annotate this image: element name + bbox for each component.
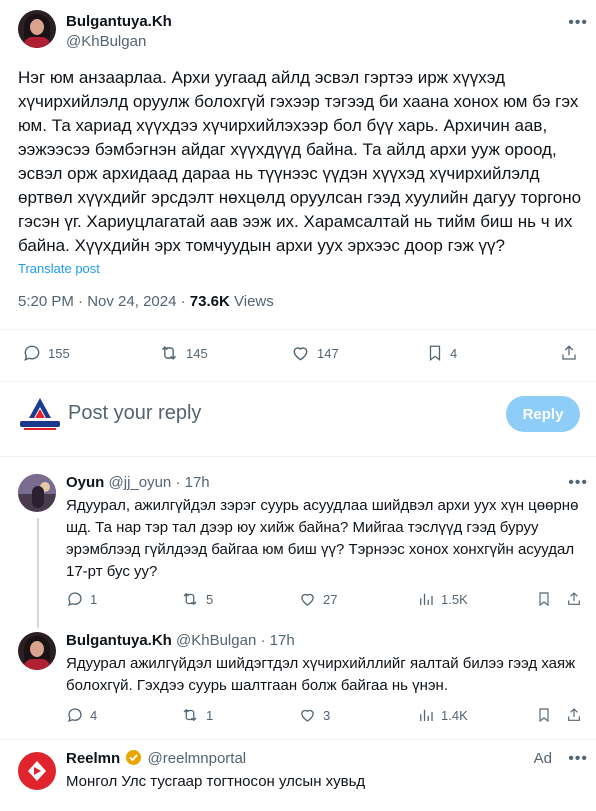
commenter-handle[interactable]: @KhBulgan xyxy=(176,632,256,649)
advertiser-handle[interactable]: @reelmnportal xyxy=(148,750,247,767)
more-options-icon[interactable]: ••• xyxy=(568,474,588,492)
views-count: 73.6K xyxy=(189,293,230,310)
heart-icon xyxy=(301,709,314,722)
like-count: 27 xyxy=(323,591,338,607)
repost-action[interactable]: 1 xyxy=(180,706,213,724)
bookmark-action[interactable]: 4 xyxy=(426,343,457,363)
post-time[interactable]: 5:20 PM xyxy=(18,293,74,310)
advertiser-name[interactable]: Reelmn xyxy=(66,750,120,767)
views-action[interactable]: 1.4K xyxy=(417,706,468,724)
repost-icon xyxy=(183,592,197,606)
like-action[interactable]: 3 xyxy=(298,706,330,724)
meta-separator: · xyxy=(180,293,186,310)
ad-label: Ad xyxy=(533,750,552,767)
reply-input[interactable]: Post your reply xyxy=(68,402,201,425)
more-options-icon[interactable]: ••• xyxy=(568,750,588,768)
commenter-name[interactable]: Bulgantuya.Kh xyxy=(66,632,172,649)
author-handle[interactable]: @KhBulgan xyxy=(66,33,146,50)
reply-action[interactable]: 4 xyxy=(66,706,97,724)
commenter-avatar[interactable] xyxy=(18,632,56,670)
share-icon xyxy=(562,345,576,360)
repost-count: 5 xyxy=(206,591,214,607)
translate-post-link[interactable]: Translate post xyxy=(18,261,100,276)
reply-button[interactable]: Reply xyxy=(506,396,580,432)
reply-count: 1 xyxy=(90,591,98,607)
bookmark-action[interactable] xyxy=(536,706,552,724)
views-count: 1.5K xyxy=(441,591,468,607)
heart-icon xyxy=(293,347,308,361)
user-brand-logo-icon xyxy=(20,398,60,430)
views-action[interactable]: 1.5K xyxy=(417,590,468,608)
author-avatar[interactable] xyxy=(18,10,56,48)
bookmark-icon xyxy=(539,708,549,723)
analytics-icon xyxy=(420,593,433,605)
share-action[interactable] xyxy=(566,706,582,724)
like-action[interactable]: 147 xyxy=(290,343,339,363)
reply-count: 4 xyxy=(90,707,98,723)
views-count: 1.4K xyxy=(441,707,468,723)
verified-icon xyxy=(126,750,142,765)
post-meta: 5:20 PM · Nov 24, 2024 · 73.6K Views xyxy=(18,293,274,310)
like-count: 147 xyxy=(317,345,339,361)
share-action[interactable] xyxy=(566,590,582,608)
reply-icon xyxy=(68,708,82,723)
divider xyxy=(0,381,596,382)
repost-icon xyxy=(183,708,197,722)
commenter-name[interactable]: Oyun xyxy=(66,474,104,491)
reply-icon xyxy=(68,592,82,607)
comment-header: Oyun @jj_oyun · 17h xyxy=(66,474,210,491)
comment-time: · 17h xyxy=(175,474,210,491)
divider xyxy=(0,329,596,330)
post-text: Нэг юм анзаарлаа. Архи уугаад айлд эсвэл… xyxy=(18,68,582,255)
reply-icon xyxy=(24,345,40,361)
heart-icon xyxy=(301,593,314,606)
reply-count: 155 xyxy=(48,345,70,361)
share-icon xyxy=(568,708,580,721)
post-date[interactable]: Nov 24, 2024 xyxy=(87,293,176,310)
meta-separator: · xyxy=(78,293,84,310)
analytics-icon xyxy=(420,709,433,721)
comment-time: · 17h xyxy=(260,632,295,649)
bookmark-count: 4 xyxy=(450,345,458,361)
share-action[interactable] xyxy=(560,343,578,363)
advertiser-logo[interactable] xyxy=(18,752,56,790)
bookmark-icon xyxy=(539,592,549,607)
repost-action[interactable]: 5 xyxy=(180,590,213,608)
ad-text: Монгол Улс тусгаар тогтносон улсын хувьд xyxy=(66,773,366,790)
repost-icon xyxy=(161,346,177,360)
comment-text: Ядуурал, ажилгүйдэл зэрэг суурь асуудлаа… xyxy=(66,497,579,580)
reply-action[interactable]: 155 xyxy=(22,343,70,363)
commenter-avatar[interactable] xyxy=(18,474,56,512)
bookmark-action[interactable] xyxy=(536,590,552,608)
divider xyxy=(0,739,596,740)
reply-composer: Post your reply Reply xyxy=(18,392,588,436)
comment-text: Ядуурал ажилгүйдэл шийдэгтдэл хүчирхийлл… xyxy=(66,655,576,694)
reply-action[interactable]: 1 xyxy=(66,590,97,608)
ad-header: Reelmn @reelmnportal xyxy=(66,750,246,767)
repost-count: 145 xyxy=(186,345,208,361)
divider xyxy=(0,456,596,457)
comment-header: Bulgantuya.Kh @KhBulgan · 17h xyxy=(66,632,295,649)
commenter-handle[interactable]: @jj_oyun xyxy=(109,474,172,491)
repost-action[interactable]: 145 xyxy=(158,343,208,363)
thread-connector xyxy=(37,518,39,628)
like-count: 3 xyxy=(323,707,331,723)
author-display-name[interactable]: Bulgantuya.Kh xyxy=(66,13,172,30)
repost-count: 1 xyxy=(206,707,214,723)
share-icon xyxy=(568,592,580,605)
play-icon xyxy=(28,761,46,781)
bookmark-icon xyxy=(429,345,441,362)
more-options-icon[interactable]: ••• xyxy=(568,14,588,32)
post-header: Bulgantuya.Kh @KhBulgan ••• xyxy=(18,10,588,54)
views-label: Views xyxy=(234,293,274,310)
like-action[interactable]: 27 xyxy=(298,590,337,608)
